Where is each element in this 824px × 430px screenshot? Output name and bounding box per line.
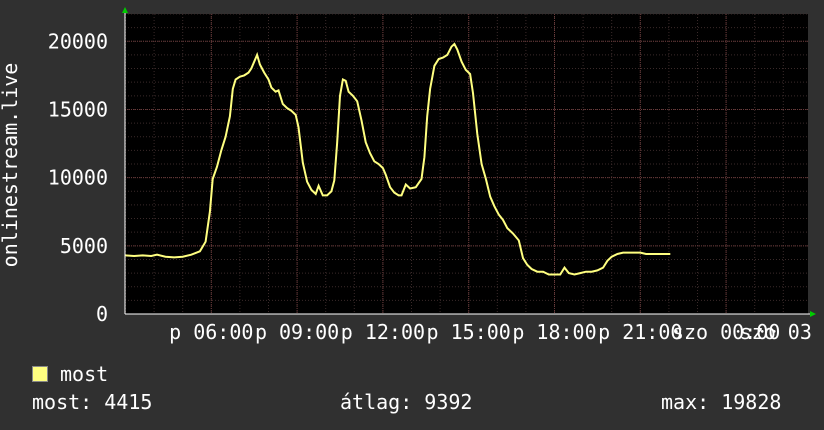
y-tick-label: 0 [96,302,108,326]
x-axis-arrow [810,311,816,317]
stat-average: átlag: 9392 [340,390,473,414]
y-axis-arrow [122,7,128,13]
y-axis-label: onlinestream.live [0,63,22,268]
x-tick-label: p 09:00 [255,320,339,344]
legend: most [32,362,108,386]
x-tick-label: p 06:00 [169,320,253,344]
y-tick-labels: 0 5000 10000 15000 20000 [48,29,108,326]
legend-label-most: most [60,362,109,386]
x-tick-label: p 12:00 [341,320,425,344]
x-tick-label: p 18:00 [512,320,596,344]
y-tick-label: 15000 [48,97,108,121]
x-tick-label: szo 03 [740,320,812,344]
x-tick-labels: p 06:00 p 09:00 p 12:00 p 15:00 p 18:00 p 21:… [169,320,812,344]
x-tick-label: p 15:00 [427,320,511,344]
legend-swatch-most [32,366,48,382]
x-tick-label: p 21:00 [598,320,682,344]
y-tick-label: 20000 [48,29,108,53]
y-tick-label: 10000 [48,166,108,190]
line-chart: 0 5000 10000 15000 20000 p 06:00 p 09:00 p 12:… [0,7,816,344]
y-tick-label: 5000 [60,234,108,258]
stat-max: max: 19828 [661,390,782,414]
stat-current: most: 4415 [32,390,153,414]
